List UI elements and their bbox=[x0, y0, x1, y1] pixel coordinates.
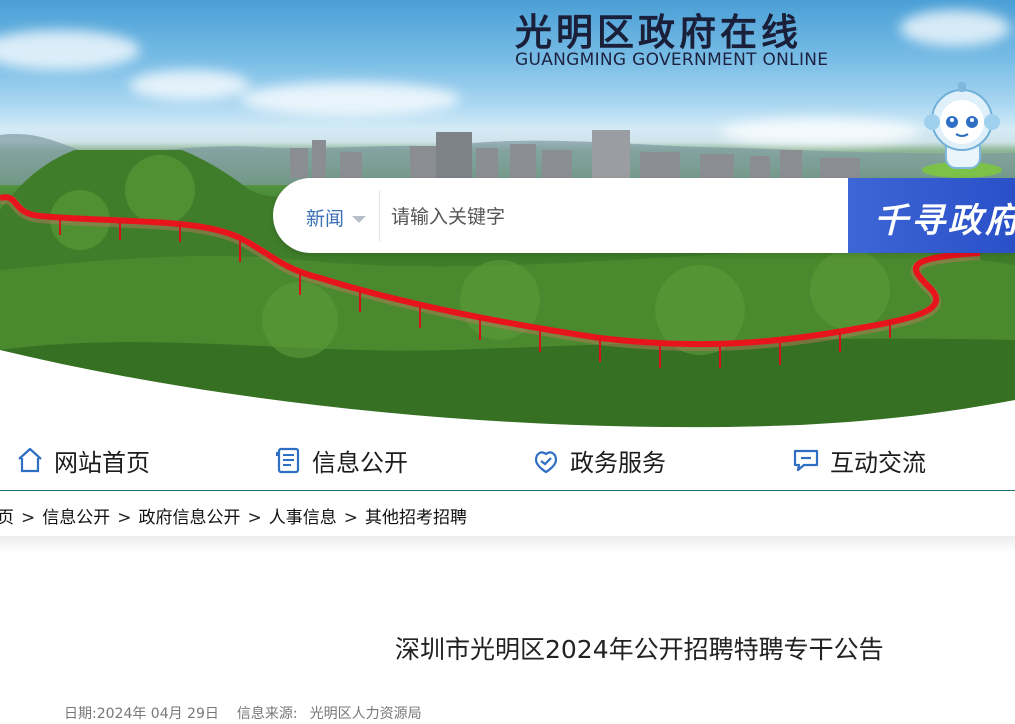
date-label: 日期: bbox=[64, 706, 97, 722]
search-button[interactable]: 千寻政府 bbox=[848, 178, 1015, 253]
breadcrumb-home-link[interactable]: 页 bbox=[0, 508, 14, 528]
site-subtitle: GUANGMING GOVERNMENT ONLINE bbox=[515, 50, 829, 70]
nav-item-label: 信息公开 bbox=[312, 448, 408, 477]
breadcrumb-personnel-link[interactable]: 人事信息 bbox=[269, 508, 337, 528]
breadcrumb-separator: > bbox=[117, 508, 132, 528]
mascot-icon bbox=[922, 82, 1002, 178]
breadcrumb: 页 > 信息公开 > 政府信息公开 > 人事信息 > 其他招考招聘 bbox=[0, 503, 467, 528]
article-meta: 日期:2024年 04月 29日 信息来源: 光明区人力资源局 bbox=[64, 703, 422, 723]
nav-item-label: 互动交流 bbox=[830, 448, 926, 477]
search-button-label: 千寻政府 bbox=[874, 201, 1015, 241]
chevron-down-icon bbox=[352, 216, 367, 223]
article-source: 光明区人力资源局 bbox=[309, 706, 422, 722]
search-scope-label: 新闻 bbox=[306, 208, 345, 230]
breadcrumb-separator: > bbox=[21, 508, 36, 528]
nav-item-gov-services[interactable]: 政务服务 bbox=[532, 440, 666, 480]
nav-item-interaction[interactable]: 互动交流 bbox=[792, 440, 926, 480]
article-title: 深圳市光明区2024年公开招聘特聘专干公告 bbox=[395, 635, 884, 664]
nav-item-info-public[interactable]: 信息公开 bbox=[274, 440, 408, 480]
breadcrumb-info-public-link[interactable]: 信息公开 bbox=[42, 508, 110, 528]
cloud bbox=[900, 10, 1010, 46]
search-bar: 新闻 千寻政府 bbox=[273, 178, 1015, 253]
home-icon bbox=[18, 447, 42, 473]
cloud bbox=[0, 30, 140, 70]
article-date: 2024年 04月 29日 bbox=[96, 706, 219, 722]
breadcrumb-separator: > bbox=[343, 508, 358, 528]
search-input[interactable] bbox=[389, 196, 843, 238]
cloud bbox=[240, 82, 460, 116]
main-nav: 网站首页 信息公开 政务服务 互动交流 bbox=[0, 430, 1015, 491]
chat-icon bbox=[793, 449, 819, 472]
search-divider bbox=[379, 190, 380, 242]
nav-item-label: 政务服务 bbox=[570, 448, 666, 477]
source-label: 信息来源: bbox=[236, 706, 298, 722]
nav-item-label: 网站首页 bbox=[54, 448, 150, 477]
nav-item-home[interactable]: 网站首页 bbox=[16, 440, 150, 480]
breadcrumb-recruitment-link[interactable]: 其他招考招聘 bbox=[365, 508, 467, 528]
site-title: 光明区政府在线 bbox=[515, 10, 802, 54]
banner: 光明区政府在线 GUANGMING GOVERNMENT ONLINE 新闻 千… bbox=[0, 0, 1015, 430]
banner-bottom-curve bbox=[0, 350, 1015, 430]
breadcrumb-separator: > bbox=[247, 508, 262, 528]
breadcrumb-gov-info-link[interactable]: 政府信息公开 bbox=[139, 508, 241, 528]
cloud bbox=[130, 70, 250, 100]
breadcrumb-shadow bbox=[0, 536, 1015, 552]
search-scope-select[interactable]: 新闻 bbox=[306, 204, 367, 231]
document-icon bbox=[276, 447, 300, 474]
handshake-icon bbox=[534, 451, 558, 474]
